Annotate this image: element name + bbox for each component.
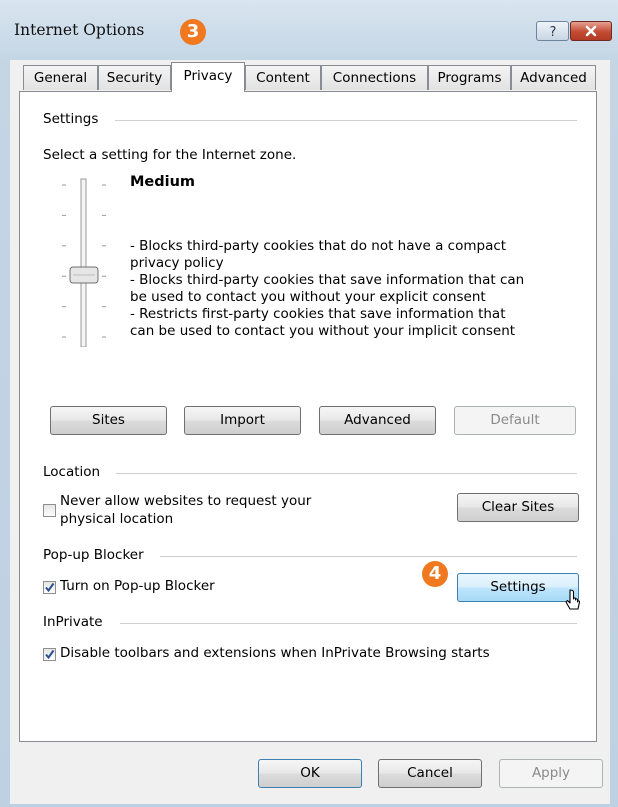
inprivate-group-label: InPrivate <box>43 614 103 630</box>
privacy-level-description: - Blocks third-party cookies that do not… <box>130 238 524 340</box>
clear-sites-button[interactable]: Clear Sites <box>457 493 579 522</box>
description-line: can be used to contact you without your … <box>130 323 516 339</box>
settings-divider <box>115 120 577 121</box>
inprivate-divider <box>120 623 577 624</box>
advanced-button[interactable]: Advanced <box>319 406 436 435</box>
default-button[interactable]: Default <box>454 406 576 435</box>
location-checkbox[interactable] <box>43 504 56 517</box>
location-divider <box>116 473 577 474</box>
tab-content[interactable]: Content <box>245 65 321 90</box>
step-4-badge: 4 <box>422 561 448 587</box>
help-button[interactable]: ? <box>536 21 569 41</box>
apply-button[interactable]: Apply <box>499 759 603 788</box>
tab-programs[interactable]: Programs <box>428 65 511 90</box>
location-group-label: Location <box>43 464 101 480</box>
inprivate-checkbox-label[interactable]: Disable toolbars and extensions when InP… <box>60 645 490 661</box>
tab-general[interactable]: General <box>23 65 98 90</box>
tab-connections[interactable]: Connections <box>321 65 428 90</box>
location-label-line: Never allow websites to request your <box>60 493 312 509</box>
internet-options-window: Internet Options 3 ? General Security Pr… <box>0 0 618 807</box>
close-icon <box>585 25 597 37</box>
zone-prompt: Select a setting for the Internet zone. <box>43 147 297 163</box>
settings-group-label: Settings <box>43 111 99 127</box>
popup-divider <box>160 556 577 557</box>
slider-thumb[interactable] <box>69 266 99 284</box>
checkmark-icon <box>45 582 55 593</box>
description-line: be used to contact you without your expl… <box>130 289 486 305</box>
mouse-cursor-icon <box>565 589 581 610</box>
description-line: - Restricts first-party cookies that sav… <box>130 306 506 322</box>
window-title: Internet Options <box>14 21 145 39</box>
import-button[interactable]: Import <box>184 406 301 435</box>
location-label-line: physical location <box>60 511 174 527</box>
popup-settings-button[interactable]: Settings <box>457 573 579 602</box>
inprivate-checkbox[interactable] <box>43 648 56 661</box>
location-checkbox-label[interactable]: Never allow websites to request your phy… <box>60 492 311 528</box>
tab-privacy[interactable]: Privacy <box>171 62 245 92</box>
popup-group-label: Pop-up Blocker <box>43 547 144 563</box>
tab-security[interactable]: Security <box>98 65 171 90</box>
privacy-panel: Settings Select a setting for the Intern… <box>19 91 597 742</box>
cancel-button[interactable]: Cancel <box>378 759 482 788</box>
sites-button[interactable]: Sites <box>50 406 167 435</box>
popup-blocker-checkbox[interactable] <box>43 581 56 594</box>
checkmark-icon <box>45 649 55 660</box>
step-3-badge: 3 <box>180 19 206 45</box>
privacy-level-slider[interactable] <box>56 177 116 347</box>
popup-blocker-label[interactable]: Turn on Pop-up Blocker <box>60 578 215 594</box>
description-line: - Blocks third-party cookies that do not… <box>130 238 507 254</box>
privacy-level-name: Medium <box>130 174 196 190</box>
svg-text:?: ? <box>549 25 556 38</box>
close-button[interactable] <box>570 21 612 41</box>
title-bar[interactable]: Internet Options 3 ? <box>0 0 618 64</box>
help-icon: ? <box>549 25 556 38</box>
description-line: privacy policy <box>130 255 224 271</box>
dialog-content: General Security Privacy Content Connect… <box>10 60 610 804</box>
tab-advanced[interactable]: Advanced <box>511 65 596 90</box>
ok-button[interactable]: OK <box>258 759 362 788</box>
description-line: - Blocks third-party cookies that save i… <box>130 272 525 288</box>
